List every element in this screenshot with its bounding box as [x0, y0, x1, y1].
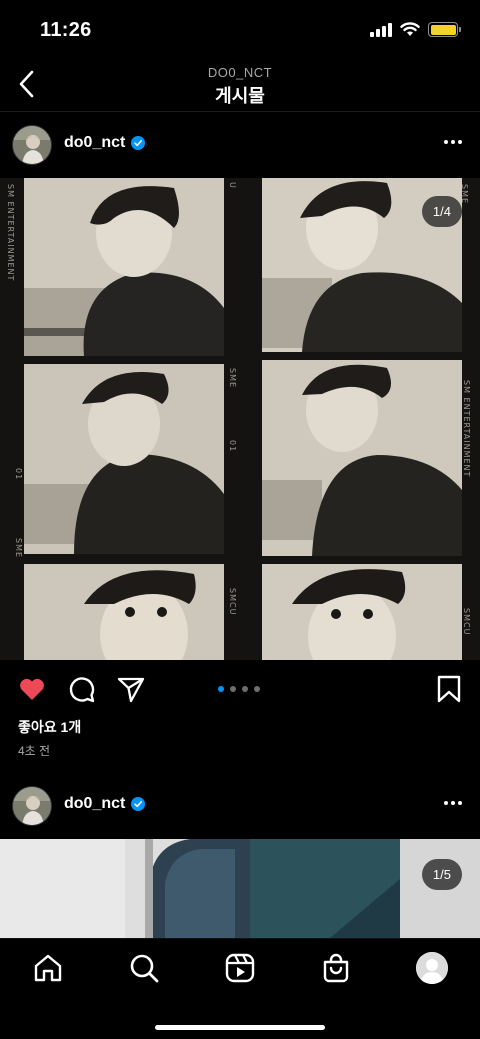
username[interactable]: do0_nct [64, 795, 125, 813]
post-header: do0_nct [0, 775, 480, 835]
film-label: SM ENTERTAINMENT [462, 380, 471, 478]
photo-image [0, 839, 480, 938]
page-title: 게시물 [215, 86, 265, 106]
post-photo[interactable]: 1/5 [0, 839, 480, 938]
status-time: 11:26 [40, 19, 92, 41]
photo-frame [262, 360, 462, 556]
more-icon[interactable] [444, 795, 462, 811]
status-bar: 11:26 [0, 0, 480, 56]
photo-frame [24, 178, 224, 356]
film-label: SMCU [228, 588, 237, 616]
status-icons [370, 22, 461, 37]
photo-frame [262, 564, 462, 660]
image-counter-badge: 1/4 [421, 196, 462, 227]
film-label: SMCU [462, 608, 471, 636]
verified-icon [131, 797, 146, 811]
film-label: SME [460, 184, 469, 205]
photo-frame [24, 364, 224, 554]
carousel-dot [242, 686, 248, 692]
bookmark-icon[interactable] [434, 674, 464, 704]
search-icon[interactable] [128, 952, 160, 984]
bottom-tab-bar [0, 938, 480, 1039]
photo-film-strip: SM ENTERTAINMENT SME 01 SMCU SME 01 SME … [0, 178, 480, 660]
verified-icon [131, 136, 146, 150]
post-time: 4초 전 [18, 744, 51, 758]
carousel-dot [230, 686, 236, 692]
nav-header: DO0_NCT 게시물 [0, 56, 480, 112]
profile-icon[interactable] [416, 952, 448, 984]
home-indicator [155, 1025, 325, 1030]
likes-count[interactable]: 좋아요 1개 [18, 717, 81, 737]
battery-icon [428, 22, 461, 37]
film-label: 01 [14, 468, 23, 481]
film-label: SM ENTERTAINMENT [6, 184, 15, 282]
signal-icon [370, 22, 392, 37]
home-icon[interactable] [32, 952, 64, 984]
username[interactable]: do0_nct [64, 134, 125, 152]
shop-icon[interactable] [320, 952, 352, 984]
carousel-dot [218, 686, 224, 692]
wifi-icon [400, 22, 420, 36]
film-label: SME [14, 538, 23, 559]
image-counter-badge: 1/5 [421, 859, 462, 890]
photo-frame [24, 564, 224, 660]
film-label: U [228, 182, 237, 189]
post-photo[interactable]: SM ENTERTAINMENT SME 01 SMCU SME 01 SME … [0, 178, 480, 660]
share-icon[interactable] [116, 674, 146, 704]
carousel-dot [254, 686, 260, 692]
comment-icon[interactable] [66, 674, 96, 704]
avatar[interactable] [12, 125, 52, 165]
avatar[interactable] [12, 786, 52, 826]
header-subtitle: DO0_NCT [207, 65, 273, 80]
carousel-dots [218, 686, 260, 692]
film-label: 01 [228, 440, 237, 453]
film-label: SME [228, 368, 237, 389]
post-actions [0, 660, 480, 716]
post-header: do0_nct [0, 114, 480, 174]
reels-icon[interactable] [224, 952, 256, 984]
heart-icon[interactable] [17, 674, 47, 704]
more-icon[interactable] [444, 134, 462, 150]
